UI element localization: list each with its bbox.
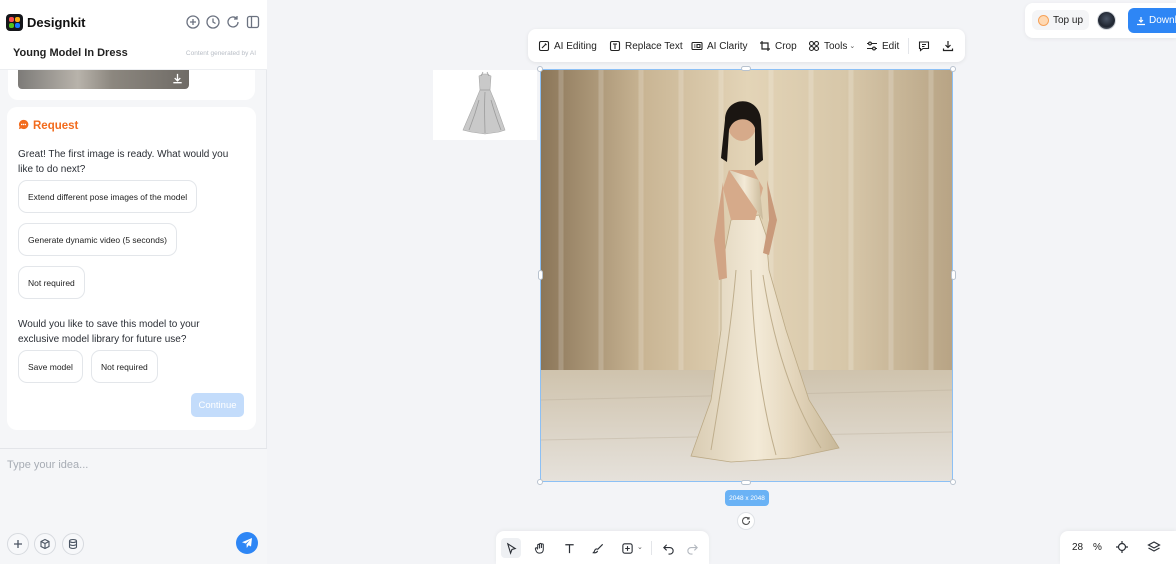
fit-to-screen-icon[interactable] <box>1115 540 1129 554</box>
canvas-tools: ⌄ <box>496 531 709 564</box>
history-icon[interactable] <box>205 14 221 30</box>
send-button[interactable] <box>236 532 258 554</box>
hand-tool-icon[interactable] <box>530 538 550 558</box>
comment-icon <box>918 41 930 52</box>
adjust-sliders-icon <box>867 41 877 51</box>
new-chat-icon[interactable] <box>185 14 201 30</box>
add-attachment-icon[interactable] <box>7 533 29 555</box>
option-not-required-button[interactable]: Not required <box>18 266 85 299</box>
brush-tool-icon[interactable] <box>588 538 608 558</box>
generated-model-image[interactable] <box>540 69 953 482</box>
resize-handle[interactable] <box>741 480 751 485</box>
rotate-icon <box>742 516 751 525</box>
replace-text-label: Replace Text <box>625 40 683 52</box>
ai-editing-label: AI Editing <box>554 40 597 52</box>
replace-text-button[interactable]: Replace Text <box>609 38 683 54</box>
request-card: Request Great! The first image is ready.… <box>7 107 256 430</box>
reference-dress-thumbnail[interactable] <box>433 70 537 140</box>
top-up-button[interactable]: Top up <box>1032 10 1090 30</box>
resize-handle[interactable] <box>537 479 543 485</box>
layers-icon[interactable] <box>1147 540 1161 554</box>
image-toolbar: AI Editing Replace Text AI Clarity Crop … <box>528 29 965 62</box>
ai-clarity-icon <box>691 41 703 51</box>
image-dimensions-badge: 2048 x 2048 <box>725 490 769 506</box>
top-up-label: Top up <box>1053 14 1084 26</box>
continue-button[interactable]: Continue <box>191 393 244 417</box>
sidebar-header: Designkit Young Model In Dress Content g… <box>0 0 267 70</box>
download-label: Download <box>1149 15 1176 26</box>
resize-handle[interactable] <box>741 66 751 71</box>
prompt-input[interactable]: Type your idea... <box>7 459 88 471</box>
resize-handle[interactable] <box>538 270 543 280</box>
replace-text-icon <box>609 40 621 52</box>
tools-grid-icon <box>808 40 820 52</box>
dress-image <box>433 70 537 140</box>
designkit-logo <box>6 14 23 31</box>
request-icon <box>18 119 29 130</box>
chevron-down-icon: ⌄ <box>849 43 856 50</box>
generated-image-thumbnail[interactable] <box>18 70 189 89</box>
assistant-message: Great! The first image is ready. What wo… <box>18 149 229 175</box>
text-tool-icon[interactable] <box>559 538 579 558</box>
refresh-icon[interactable] <box>225 14 241 30</box>
project-title: Young Model In Dress <box>13 47 128 59</box>
redo-icon[interactable] <box>682 538 702 558</box>
zoom-controls: 28 % <box>1060 531 1176 564</box>
option-extend-poses-button[interactable]: Extend different pose images of the mode… <box>18 180 198 213</box>
model-photo <box>541 70 952 481</box>
add-shape-icon[interactable] <box>617 538 637 558</box>
crop-button[interactable]: Crop <box>759 38 797 54</box>
option-generate-video-button[interactable]: Generate dynamic video (5 seconds) <box>18 223 177 256</box>
assistant-message: Would you like to save this model to you… <box>18 319 200 345</box>
resize-handle[interactable] <box>537 66 543 72</box>
chevron-down-icon[interactable]: ⌄ <box>637 543 643 551</box>
zoom-level[interactable]: 28 <box>1072 542 1083 553</box>
save-model-button[interactable]: Save model <box>18 350 83 383</box>
rotate-button[interactable] <box>737 512 755 530</box>
tools-dropdown[interactable]: Tools ⌄ <box>808 38 855 54</box>
model-cube-icon[interactable] <box>34 533 56 555</box>
tools-label: Tools <box>824 40 848 52</box>
resize-handle[interactable] <box>951 270 956 280</box>
comment-button[interactable] <box>918 38 934 54</box>
crop-icon <box>760 41 770 51</box>
ai-editing-icon <box>538 40 550 52</box>
edit-button[interactable]: Edit <box>866 38 899 54</box>
resize-handle[interactable] <box>950 479 956 485</box>
resize-handle[interactable] <box>950 66 956 72</box>
not-required-save-button[interactable]: Not required <box>91 350 158 383</box>
toolbar-divider <box>908 38 909 54</box>
tool-divider <box>651 541 652 555</box>
download-icon[interactable] <box>171 72 184 85</box>
crop-label: Crop <box>775 40 797 52</box>
zoom-unit: % <box>1093 542 1102 553</box>
ai-generated-note: Content generated by AI <box>185 50 256 57</box>
undo-icon[interactable] <box>658 538 678 558</box>
collapse-panel-icon[interactable] <box>245 14 261 30</box>
chat-sidebar: Designkit Young Model In Dress Content g… <box>0 0 267 564</box>
download-button[interactable]: Download <box>1128 8 1176 33</box>
ai-clarity-button[interactable]: AI Clarity <box>691 38 748 54</box>
select-tool-icon[interactable] <box>501 538 521 558</box>
prompt-input-area[interactable]: Type your idea... <box>0 448 267 564</box>
ai-editing-button[interactable]: AI Editing <box>538 38 597 54</box>
ai-clarity-label: AI Clarity <box>707 40 748 52</box>
account-bar: Top up Download <box>1025 3 1176 38</box>
previous-result-card <box>8 70 255 100</box>
library-stack-icon[interactable] <box>62 533 84 555</box>
download-image-button[interactable] <box>942 38 958 54</box>
user-avatar[interactable] <box>1097 11 1116 30</box>
brand-name: Designkit <box>27 15 86 30</box>
coin-icon <box>1038 14 1049 26</box>
download-icon <box>1137 16 1145 25</box>
request-label: Request <box>33 120 79 132</box>
edit-label: Edit <box>882 40 900 52</box>
download-icon <box>942 41 954 52</box>
